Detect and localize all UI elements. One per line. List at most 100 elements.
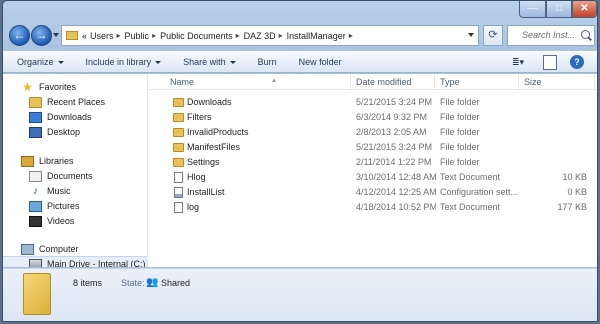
back-button[interactable]: ← bbox=[9, 25, 30, 46]
column-header-date-modified[interactable]: Date modified bbox=[351, 74, 435, 90]
file-row[interactable]: InstallList 4/12/2014 12:25 AM Configurati… bbox=[149, 185, 597, 200]
close-button[interactable]: ✕ bbox=[572, 1, 597, 18]
file-date-modified: 2/8/2013 2:05 AM bbox=[356, 127, 427, 137]
hard-drive-icon bbox=[29, 258, 42, 267]
burn-button[interactable]: Burn bbox=[258, 57, 277, 67]
sidebar-item-label: Music bbox=[47, 186, 71, 196]
navigation-bar: ← → « Users ▸ Public ▸ Public Documents … bbox=[3, 23, 597, 49]
include-in-library-menu[interactable]: Include in library bbox=[86, 57, 162, 67]
file-row[interactable]: Hlog 3/10/2014 12:48 AM Text Document 10 KB bbox=[149, 170, 597, 185]
sidebar-item-recent-places[interactable]: Recent Places bbox=[29, 95, 105, 110]
file-date-modified: 4/12/2014 12:25 AM bbox=[356, 187, 436, 197]
minimize-button[interactable]: — bbox=[519, 1, 546, 18]
sidebar-item-documents[interactable]: Documents bbox=[29, 169, 93, 184]
column-header-size[interactable]: Size bbox=[519, 74, 595, 90]
file-name: InstallList bbox=[187, 187, 225, 197]
organize-menu[interactable]: Organize bbox=[17, 57, 64, 67]
include-in-library-label: Include in library bbox=[85, 57, 152, 67]
large-folder-icon bbox=[23, 273, 51, 315]
file-name: Hlog bbox=[187, 172, 206, 182]
share-with-label: Share with bbox=[183, 57, 226, 67]
chevron-down-icon bbox=[155, 61, 162, 65]
file-date-modified: 5/21/2015 3:24 PM bbox=[356, 97, 433, 107]
file-type: Configuration sett... bbox=[440, 187, 519, 197]
chevron-down-icon bbox=[57, 61, 64, 65]
chevron-down-icon bbox=[229, 61, 236, 65]
maximize-button[interactable]: □ bbox=[546, 1, 572, 18]
share-with-menu[interactable]: Share with bbox=[183, 57, 236, 67]
desktop-icon bbox=[29, 127, 42, 138]
recent-pages-dropdown[interactable] bbox=[53, 33, 59, 37]
command-bar: Organize Include in library Share with B… bbox=[3, 51, 597, 73]
file-date-modified: 4/18/2014 10:52 PM bbox=[356, 202, 436, 212]
sidebar-item-pictures[interactable]: Pictures bbox=[29, 199, 80, 214]
breadcrumb-separator[interactable]: ▸ bbox=[349, 31, 353, 40]
sidebar-item-label: Pictures bbox=[47, 201, 80, 211]
sidebar-item-downloads[interactable]: Downloads bbox=[29, 110, 92, 125]
breadcrumb-installmanager[interactable]: InstallManager bbox=[287, 31, 346, 41]
sort-ascending-icon: ▲ bbox=[271, 78, 277, 84]
videos-icon bbox=[29, 216, 42, 227]
content-area: ★ Favorites Recent Places Downloads Desk… bbox=[3, 74, 597, 267]
breadcrumb-separator[interactable]: ▸ bbox=[236, 31, 240, 40]
file-row[interactable]: InvalidProducts 2/8/2013 2:05 AM File fold… bbox=[149, 125, 597, 140]
file-type: File folder bbox=[440, 127, 480, 137]
help-button[interactable]: ? bbox=[570, 55, 584, 69]
breadcrumb-separator[interactable]: ▸ bbox=[117, 31, 121, 40]
search-input[interactable]: Search Inst... bbox=[507, 25, 595, 46]
file-row[interactable]: Filters 6/3/2014 9:32 PM File folder bbox=[149, 110, 597, 125]
breadcrumb-users[interactable]: Users bbox=[90, 31, 114, 41]
file-type: File folder bbox=[440, 112, 480, 122]
change-view-button[interactable]: ≣▾ bbox=[506, 55, 530, 70]
recent-places-icon bbox=[29, 97, 42, 108]
sidebar-item-videos[interactable]: Videos bbox=[29, 214, 74, 229]
breadcrumb-public[interactable]: Public bbox=[125, 31, 150, 41]
file-size: 10 KB bbox=[562, 172, 587, 182]
preview-pane-button[interactable] bbox=[543, 55, 557, 70]
file-name: Settings bbox=[187, 157, 220, 167]
organize-label: Organize bbox=[17, 57, 54, 67]
shared-users-icon: 👥 bbox=[146, 277, 159, 288]
navigation-pane[interactable]: ★ Favorites Recent Places Downloads Desk… bbox=[3, 74, 148, 267]
folder-icon bbox=[173, 158, 184, 167]
sidebar-item-label: Videos bbox=[47, 216, 75, 226]
breadcrumb-public-documents[interactable]: Public Documents bbox=[160, 31, 233, 41]
file-list[interactable]: Name ▲ Date modified Type Size Downloads… bbox=[149, 74, 597, 267]
item-count: 8 items bbox=[73, 278, 103, 288]
sidebar-item-music[interactable]: ♪ Music bbox=[29, 184, 71, 199]
sidebar-item-libraries[interactable]: Libraries bbox=[21, 154, 74, 169]
file-type: File folder bbox=[440, 142, 480, 152]
state-label: State: bbox=[121, 278, 145, 288]
config-file-icon bbox=[174, 187, 183, 198]
column-header-type[interactable]: Type bbox=[435, 74, 519, 90]
sidebar-item-label: Computer bbox=[39, 244, 79, 254]
sidebar-item-computer[interactable]: Computer bbox=[21, 242, 79, 257]
file-date-modified: 5/21/2015 3:24 PM bbox=[356, 142, 433, 152]
refresh-button[interactable]: ⟳ bbox=[483, 25, 503, 46]
sidebar-item-label: Desktop bbox=[47, 127, 81, 137]
file-row[interactable]: Downloads 5/21/2015 3:24 PM File folder bbox=[149, 95, 597, 110]
sidebar-item-label: Documents bbox=[47, 171, 93, 181]
new-folder-button[interactable]: New folder bbox=[299, 57, 342, 67]
file-row[interactable]: log 4/18/2014 10:52 PM Text Document 177 KB bbox=[149, 200, 597, 215]
libraries-icon bbox=[21, 156, 34, 167]
text-document-icon bbox=[174, 202, 183, 213]
file-row[interactable]: ManifestFiles 5/21/2015 3:24 PM File folde… bbox=[149, 140, 597, 155]
breadcrumb-separator[interactable]: ▸ bbox=[279, 31, 283, 40]
file-row[interactable]: Settings 2/11/2014 1:22 PM File folder bbox=[149, 155, 597, 170]
sidebar-item-favorites[interactable]: ★ Favorites bbox=[21, 80, 76, 95]
sidebar-item-main-drive[interactable]: Main Drive - Internal (C:) bbox=[3, 256, 147, 268]
column-header-name[interactable]: Name ▲ bbox=[165, 74, 351, 90]
forward-button[interactable]: → bbox=[31, 25, 52, 46]
sidebar-item-desktop[interactable]: Desktop bbox=[29, 125, 80, 140]
sidebar-item-label: Main Drive - Internal (C:) bbox=[47, 258, 146, 268]
breadcrumb-overflow[interactable]: « bbox=[82, 31, 87, 41]
breadcrumb-daz-3d[interactable]: DAZ 3D bbox=[244, 31, 276, 41]
details-pane: 8 items State: 👥 Shared bbox=[3, 268, 597, 321]
title-bar[interactable]: — □ ✕ bbox=[3, 1, 597, 21]
documents-icon bbox=[29, 171, 42, 182]
address-dropdown-icon[interactable] bbox=[468, 33, 474, 37]
file-date-modified: 6/3/2014 9:32 PM bbox=[356, 112, 428, 122]
address-bar[interactable]: « Users ▸ Public ▸ Public Documents ▸ DA… bbox=[61, 25, 479, 46]
breadcrumb-separator[interactable]: ▸ bbox=[152, 31, 156, 40]
